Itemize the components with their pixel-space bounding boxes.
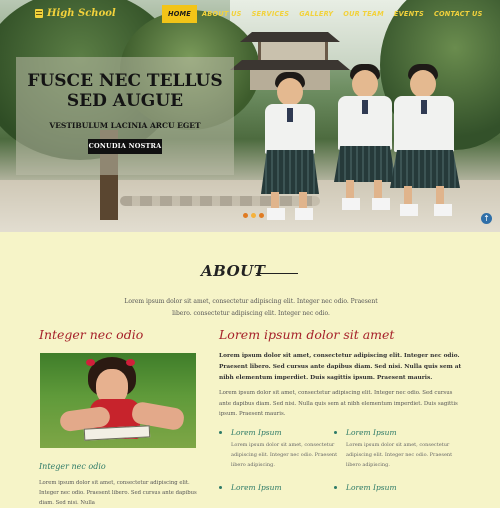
nav-item-team[interactable]: OUR TEAM: [338, 5, 389, 23]
left-subheading: Integer nec odio: [39, 462, 106, 471]
bullet-icon: [334, 431, 337, 434]
bullet-icon: [219, 431, 222, 434]
feature-title: Lorem Ipsum: [231, 483, 282, 492]
bullet-icon: [219, 486, 222, 489]
nav-item-contact[interactable]: CONTACT US: [429, 5, 488, 23]
logo-text: High School: [47, 8, 116, 19]
student-figure: [255, 72, 325, 224]
nav-item-home[interactable]: HOME: [162, 5, 197, 23]
slider-dot[interactable]: [259, 213, 264, 218]
nav-item-gallery[interactable]: GALLERY: [294, 5, 338, 23]
site-logo[interactable]: High School: [35, 8, 116, 19]
main-nav: HOME ABOUT US SERVICES GALLERY OUR TEAM …: [162, 5, 488, 23]
book-icon: [35, 9, 43, 18]
slider-dot-active[interactable]: [251, 213, 256, 218]
hero-banner: FUSCE NEC TELLUS SED AUGUE VESTIBULUM LA…: [0, 0, 500, 232]
right-text: Lorem ipsum dolor sit amet, consectetur …: [219, 390, 458, 417]
nav-item-about[interactable]: ABOUT US: [197, 5, 247, 23]
slider-dots: [243, 213, 264, 218]
feature-text: Lorem ipsum dolor sit amet, consectetur …: [346, 442, 453, 468]
about-text: Lorem ipsum dolor sit amet, consectetur …: [124, 298, 378, 317]
nav-item-services[interactable]: SERVICES: [247, 5, 295, 23]
feature-title: Lorem Ipsum: [346, 483, 397, 492]
scroll-up-icon[interactable]: ↑: [481, 213, 492, 224]
feature-title: Lorem Ipsum: [231, 428, 282, 437]
feature-title: Lorem Ipsum: [346, 428, 397, 437]
nav-item-events[interactable]: EVENTS: [389, 5, 429, 23]
hero-cta-button[interactable]: CONUDIA NOSTRA: [88, 139, 162, 154]
about-divider: [256, 273, 298, 274]
reading-girl-photo: [40, 353, 196, 448]
slider-dot[interactable]: [243, 213, 248, 218]
feature-text: Lorem ipsum dolor sit amet, consectetur …: [231, 442, 338, 468]
right-bold-text: Lorem ipsum dolor sit amet, consectetur …: [219, 353, 462, 381]
student-figure: [384, 64, 466, 224]
bullet-icon: [334, 486, 337, 489]
left-heading: Integer nec odio: [39, 327, 144, 342]
hero-subtitle: VESTIBULUM LACINIA ARCU EGET: [49, 121, 201, 130]
right-heading: Lorem ipsum dolor sit amet: [219, 327, 395, 342]
about-title: ABOUT: [201, 262, 266, 280]
left-text: Lorem ipsum dolor sit amet, consectetur …: [39, 480, 197, 506]
hero-caption-box: FUSCE NEC TELLUS SED AUGUE VESTIBULUM LA…: [16, 57, 234, 175]
hero-title: FUSCE NEC TELLUS SED AUGUE: [27, 71, 223, 111]
